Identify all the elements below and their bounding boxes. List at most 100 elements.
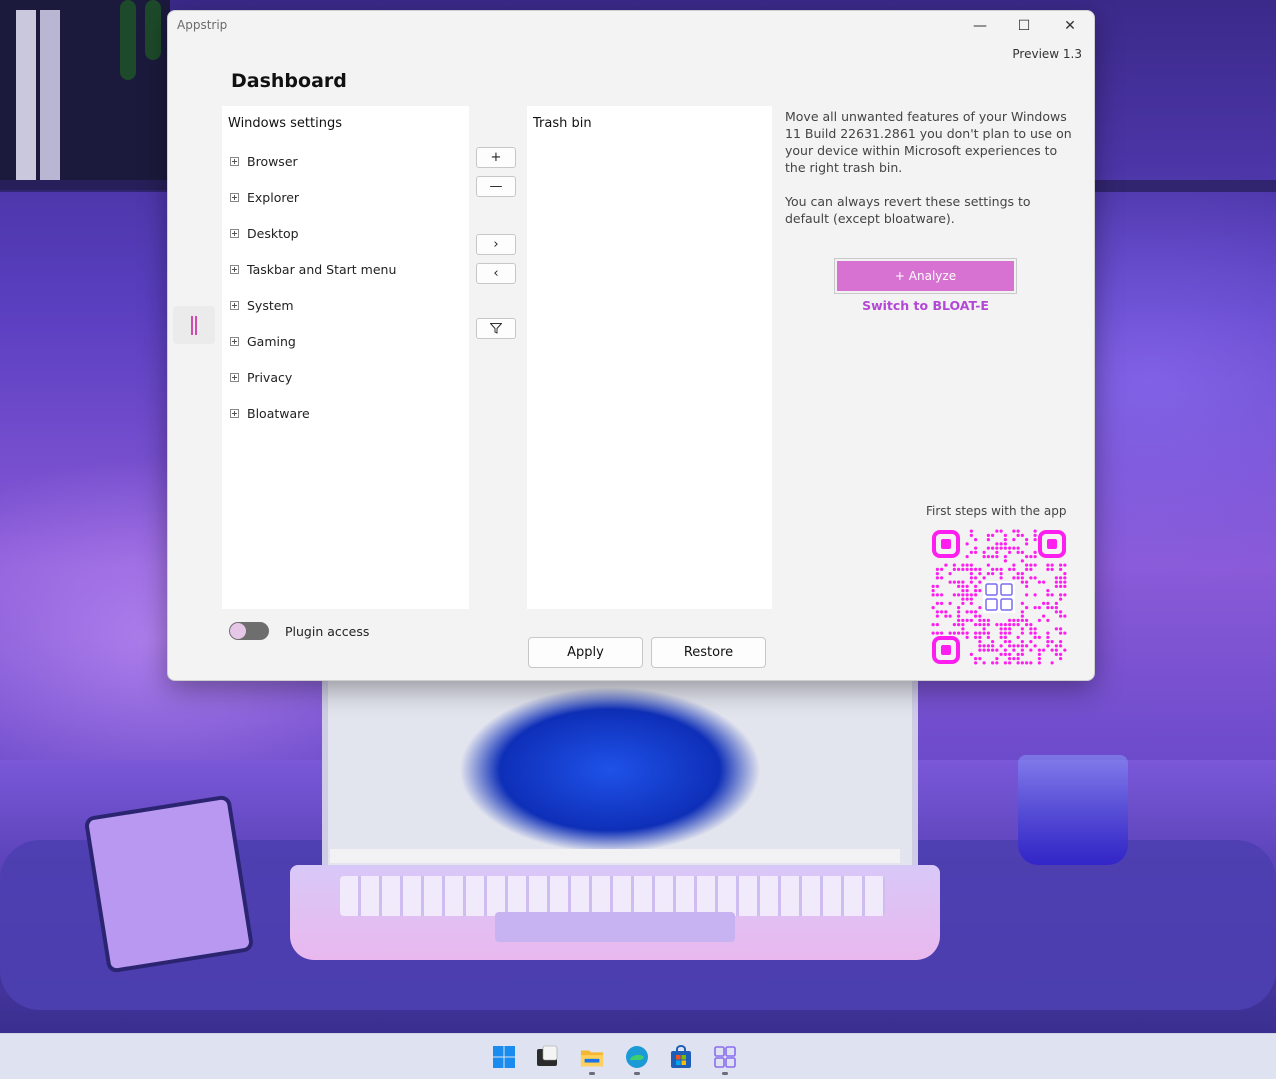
tree-item-privacy[interactable]: + Privacy	[230, 368, 292, 386]
tree-item-explorer[interactable]: + Explorer	[230, 188, 299, 206]
expand-icon[interactable]: +	[230, 156, 239, 166]
version-label: Preview 1.3	[1012, 47, 1082, 61]
plugin-access-toggle[interactable]	[229, 622, 269, 640]
page-title: Dashboard	[231, 70, 347, 92]
tree-item-system[interactable]: + System	[230, 296, 294, 314]
switch-to-bloat-e-link[interactable]: Switch to BLOAT-E	[835, 298, 1016, 313]
qr-module	[986, 555, 990, 559]
qr-module	[995, 657, 999, 661]
qr-module	[961, 601, 965, 605]
tree-item-bloatware[interactable]: + Bloatware	[230, 404, 310, 422]
store-icon[interactable]	[669, 1045, 693, 1069]
qr-module	[957, 631, 961, 635]
tree-item-taskbar-start[interactable]: + Taskbar and Start menu	[230, 260, 396, 278]
qr-module	[965, 555, 969, 559]
qr-module	[1059, 644, 1063, 648]
qr-module	[1063, 580, 1067, 584]
apply-button[interactable]: Apply	[528, 637, 643, 668]
expand-icon[interactable]: +	[230, 408, 239, 418]
qr-module	[965, 584, 969, 588]
qr-module	[978, 589, 982, 593]
qr-module	[1059, 580, 1063, 584]
qr-module	[1063, 576, 1067, 580]
add-button[interactable]: +	[476, 147, 516, 168]
qr-module	[1029, 567, 1033, 571]
qr-module	[935, 610, 939, 614]
qr-module	[969, 563, 973, 567]
qr-module	[978, 648, 982, 652]
qr-module	[1050, 593, 1054, 597]
qr-module	[1046, 593, 1050, 597]
qr-module	[986, 623, 990, 627]
filter-button[interactable]	[476, 318, 516, 339]
qr-module	[948, 580, 952, 584]
qr-module	[1059, 640, 1063, 644]
qr-module	[969, 580, 973, 584]
qr-module	[1008, 623, 1012, 627]
move-right-button[interactable]: ›	[476, 234, 516, 255]
qr-code[interactable]	[931, 529, 1067, 665]
qr-module	[1025, 606, 1029, 610]
analyze-button[interactable]: + Analyze	[834, 258, 1017, 294]
qr-module	[1003, 648, 1007, 652]
qr-module	[935, 601, 939, 605]
tree-item-browser[interactable]: + Browser	[230, 152, 298, 170]
qr-module	[1033, 576, 1037, 580]
expand-icon[interactable]: +	[230, 264, 239, 274]
maximize-button[interactable]: ☐	[1010, 15, 1038, 37]
tree-item-desktop[interactable]: + Desktop	[230, 224, 299, 242]
qr-module	[944, 563, 948, 567]
tree-item-gaming[interactable]: + Gaming	[230, 332, 296, 350]
qr-module	[974, 610, 978, 614]
qr-module	[969, 652, 973, 656]
qr-module	[1037, 657, 1041, 661]
qr-module	[1020, 533, 1024, 537]
qr-module	[1003, 635, 1007, 639]
qr-module	[1003, 542, 1007, 546]
qr-module	[1029, 661, 1033, 665]
navigation-pane-toggle[interactable]	[173, 306, 215, 344]
windows-start-icon[interactable]	[492, 1045, 516, 1069]
qr-module	[978, 623, 982, 627]
qr-module	[1054, 584, 1058, 588]
expand-icon[interactable]: +	[230, 228, 239, 238]
toggle-knob	[230, 623, 246, 639]
qr-module	[965, 593, 969, 597]
qr-module	[1012, 563, 1016, 567]
expand-icon[interactable]: +	[230, 336, 239, 346]
minimize-button[interactable]: —	[966, 15, 994, 37]
qr-module	[1037, 606, 1041, 610]
appstrip-icon[interactable]	[713, 1045, 737, 1069]
qr-module	[1042, 648, 1046, 652]
qr-module	[957, 618, 961, 622]
qr-module	[969, 593, 973, 597]
terminal-icon[interactable]	[535, 1045, 559, 1069]
edge-icon[interactable]	[625, 1045, 649, 1069]
close-button[interactable]: ✕	[1056, 15, 1084, 37]
qr-module	[952, 631, 956, 635]
move-left-button[interactable]: ‹	[476, 263, 516, 284]
qr-module	[969, 567, 973, 571]
qr-module	[1008, 657, 1012, 661]
qr-module	[1012, 618, 1016, 622]
qr-module	[999, 635, 1003, 639]
expand-icon[interactable]: +	[230, 300, 239, 310]
restore-button[interactable]: Restore	[651, 637, 766, 668]
qr-module	[1046, 640, 1050, 644]
qr-module	[965, 631, 969, 635]
expand-icon[interactable]: +	[230, 372, 239, 382]
qr-module	[1054, 648, 1058, 652]
qr-module	[974, 661, 978, 665]
qr-module	[1012, 644, 1016, 648]
store-glyph	[671, 1045, 691, 1068]
qr-module	[1033, 593, 1037, 597]
qr-module	[935, 623, 939, 627]
qr-module	[991, 661, 995, 665]
qr-module	[1033, 635, 1037, 639]
qr-module	[931, 589, 935, 593]
file-explorer-icon[interactable]	[580, 1045, 604, 1069]
remove-button[interactable]: —	[476, 176, 516, 197]
expand-icon[interactable]: +	[230, 192, 239, 202]
qr-module	[1037, 661, 1041, 665]
qr-module	[999, 546, 1003, 550]
